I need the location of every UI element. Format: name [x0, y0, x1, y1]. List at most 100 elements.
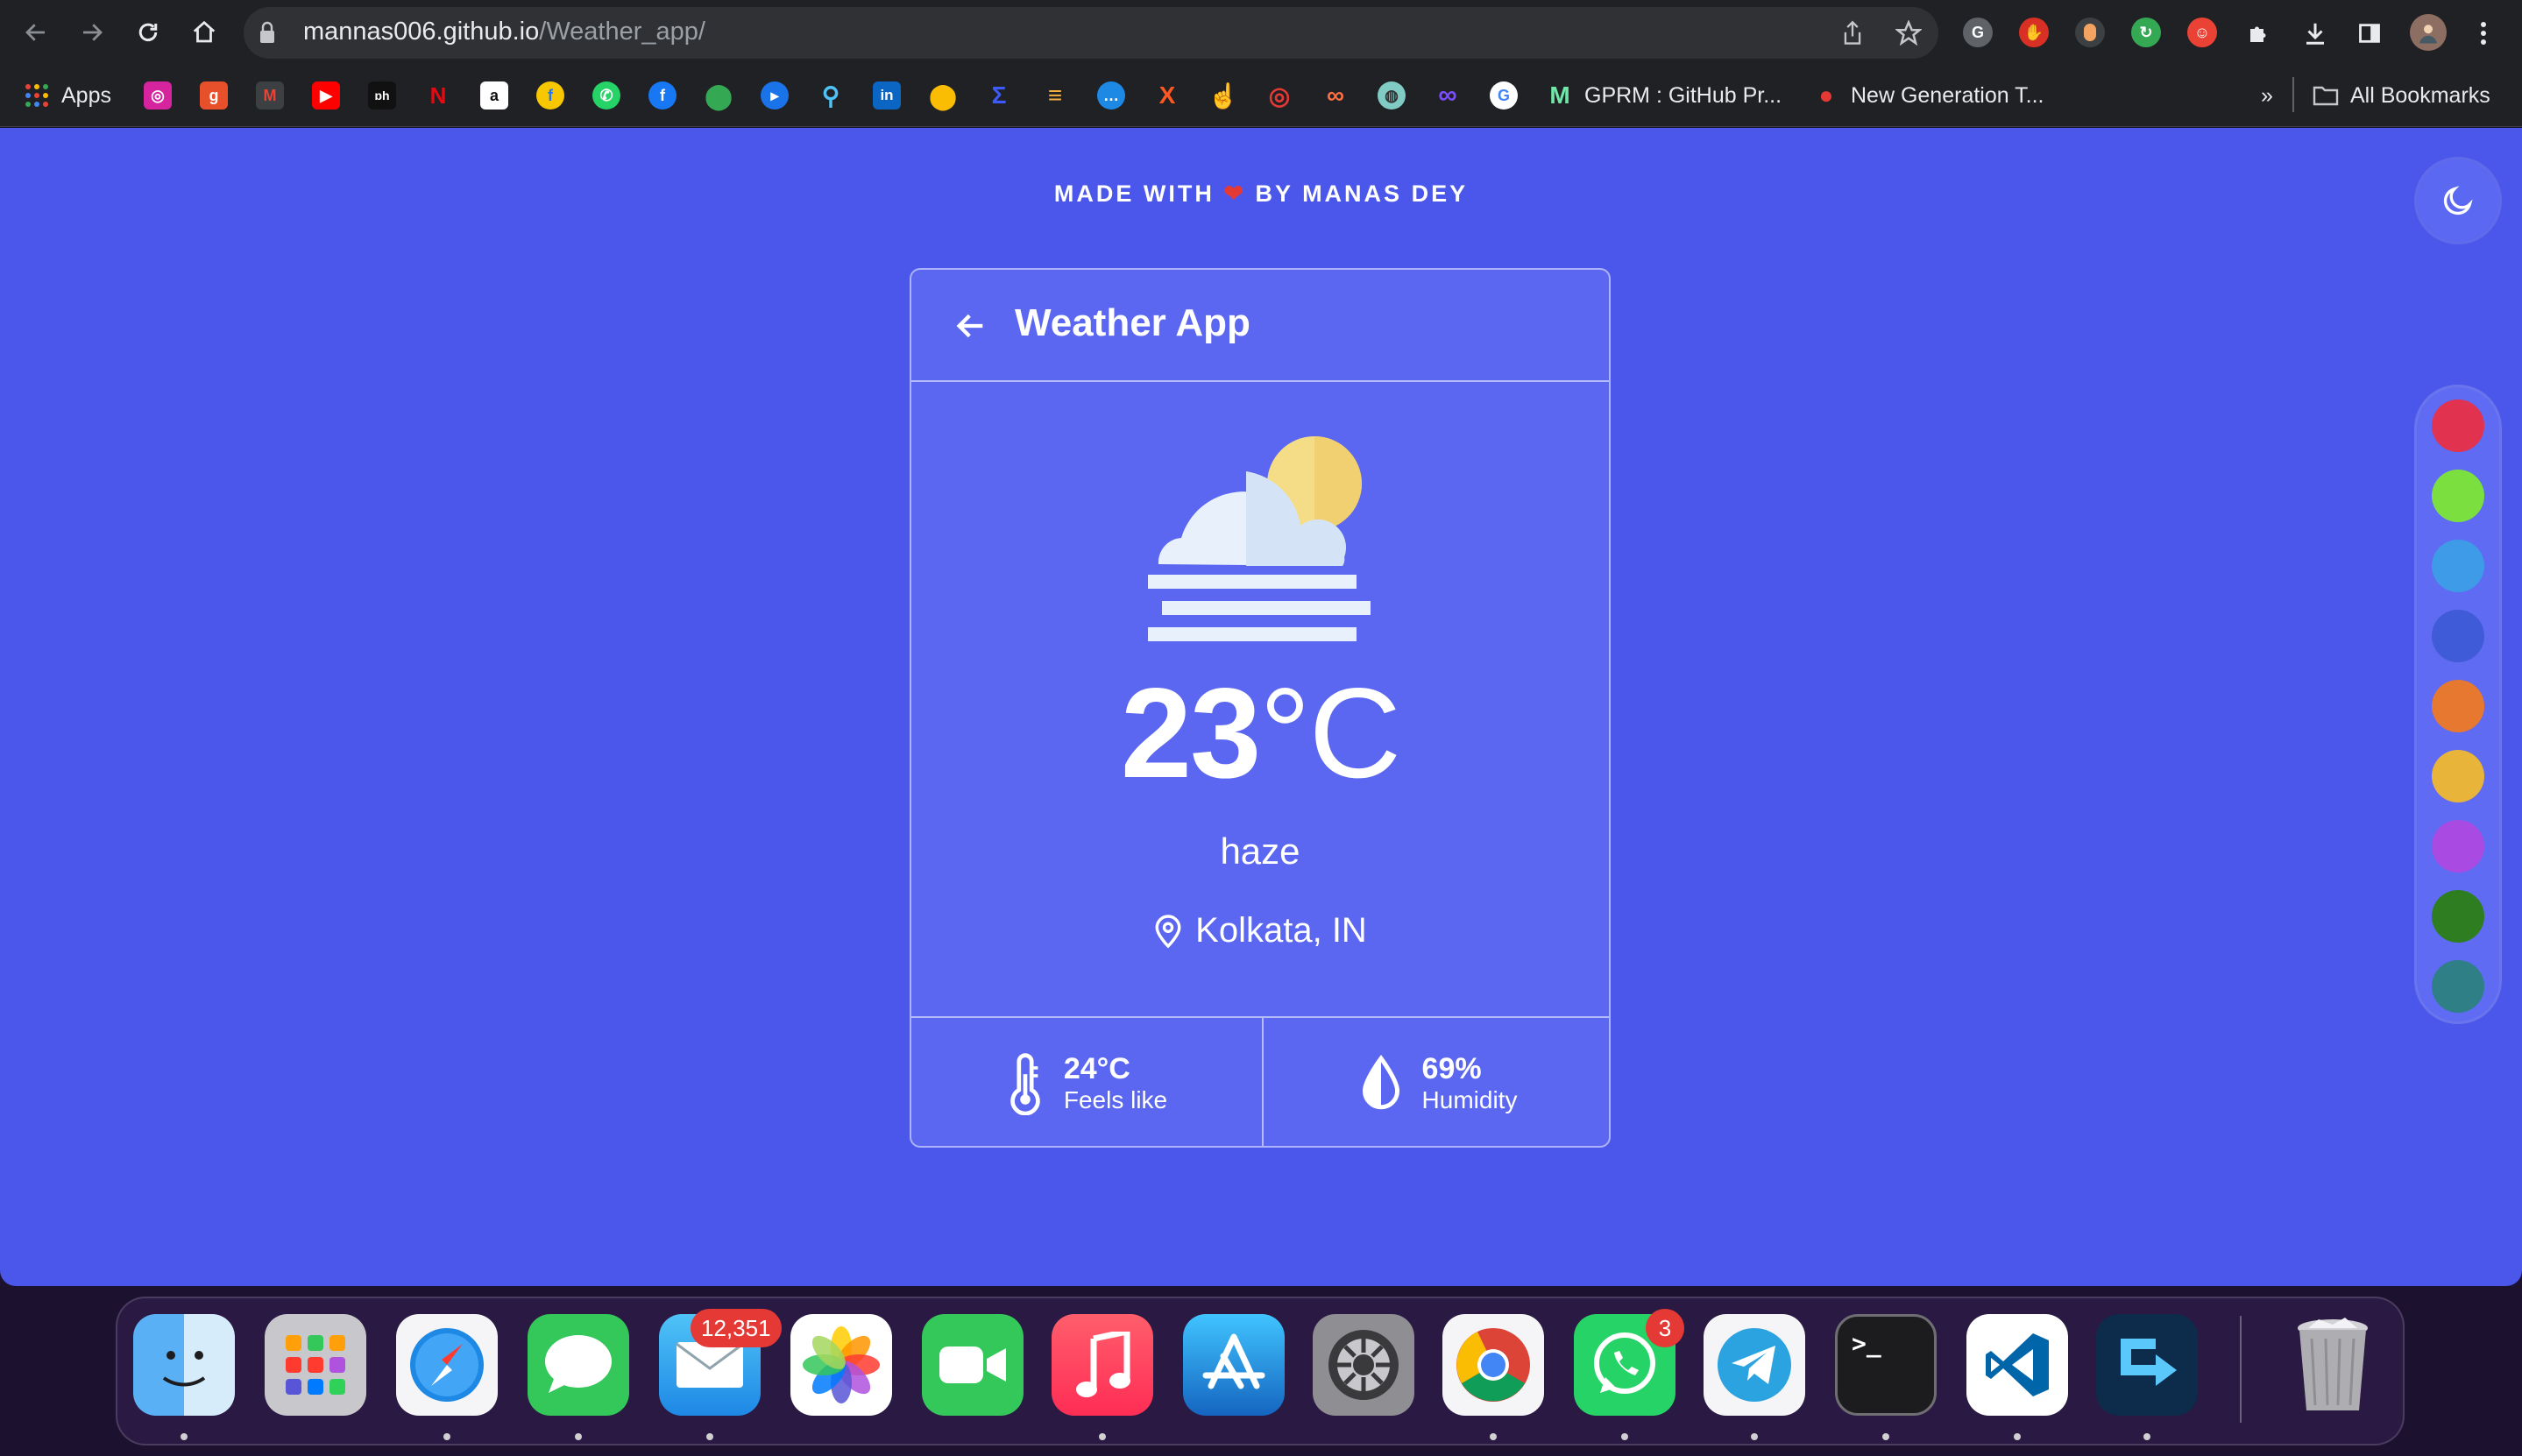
chrome-icon[interactable]: [1442, 1314, 1544, 1416]
dock-running-indicator: [181, 1433, 188, 1440]
bookmark-amazon[interactable]: a: [480, 80, 508, 111]
photos-icon[interactable]: [790, 1314, 892, 1416]
back-arrow-icon[interactable]: [953, 308, 988, 343]
weather-page: MADE WITH ❤ BY MANAS DEY Weather App 23°…: [0, 128, 2522, 1286]
extension-dot-icon[interactable]: [2075, 18, 2105, 47]
facetime-icon[interactable]: [922, 1314, 1024, 1416]
messages-icon[interactable]: [528, 1314, 629, 1416]
bookmark-chain[interactable]: ∞: [1321, 80, 1350, 111]
system-settings-icon[interactable]: [1313, 1314, 1414, 1416]
bookmark-gmail[interactable]: M: [256, 80, 284, 111]
bookmark-new-generation-label: New Generation T...: [1851, 82, 2044, 108]
extension-refresh-icon[interactable]: ↻: [2131, 18, 2161, 47]
dh-icon: ɒh: [368, 81, 396, 110]
terminal-icon[interactable]: >_: [1835, 1314, 1937, 1416]
migration-app-icon[interactable]: [2096, 1314, 2198, 1416]
side-panel-icon[interactable]: [2352, 16, 2387, 51]
extensions-puzzle-icon[interactable]: [2242, 16, 2277, 51]
extension-face-icon[interactable]: ☺: [2187, 18, 2217, 47]
location-pin-icon: [1155, 914, 1181, 948]
color-swatch-orange[interactable]: [2432, 680, 2484, 732]
bookmarks-overflow[interactable]: »: [2261, 80, 2273, 111]
menu-kebab-icon[interactable]: [2466, 16, 2501, 51]
dock-separator: [2240, 1316, 2242, 1423]
moon-icon: [2443, 186, 2473, 216]
bookmark-globe[interactable]: ◍: [1378, 80, 1406, 111]
share-icon[interactable]: [1835, 16, 1870, 51]
netflix-icon: N: [429, 81, 447, 109]
color-swatch-purple[interactable]: [2432, 820, 2484, 873]
lock-icon[interactable]: [259, 21, 275, 44]
safari-icon[interactable]: [396, 1314, 498, 1416]
bookmark-google[interactable]: G: [1490, 80, 1518, 111]
color-swatch-dark-green[interactable]: [2432, 890, 2484, 943]
bookmark-new-generation[interactable]: ● New Generation T...: [1812, 80, 2044, 111]
home-icon[interactable]: [184, 12, 224, 53]
launchpad-icon[interactable]: [265, 1314, 366, 1416]
humidity-label: Humidity: [1421, 1086, 1518, 1113]
bookmark-netflix[interactable]: N: [424, 80, 452, 111]
bookmark-g[interactable]: g: [200, 80, 228, 111]
bookmark-maps-2[interactable]: ⬤: [929, 80, 957, 111]
bookmark-linkedin[interactable]: in: [873, 80, 901, 111]
x-icon: X: [1158, 81, 1176, 109]
map-pin-icon: ⬤: [929, 81, 957, 110]
color-swatch-light-blue[interactable]: [2432, 540, 2484, 592]
link-icon: ⚲: [821, 81, 840, 110]
color-swatch-green[interactable]: [2432, 470, 2484, 522]
bookmark-chat[interactable]: …: [1097, 80, 1125, 111]
extension-hand-icon[interactable]: ✋: [2019, 18, 2049, 47]
bookmark-infinity[interactable]: ∞: [1434, 80, 1462, 111]
apps-grid-icon: [23, 81, 51, 110]
map-pin-icon: ⬤: [705, 81, 733, 110]
all-bookmarks[interactable]: All Bookmarks: [2312, 80, 2490, 111]
bookmark-star-icon[interactable]: [1891, 16, 1926, 51]
extension-g-icon[interactable]: G: [1963, 18, 1993, 47]
dock-running-indicator: [1490, 1433, 1497, 1440]
bookmark-hand[interactable]: ☝: [1208, 80, 1239, 111]
bookmark-maps[interactable]: ⬤: [705, 80, 733, 111]
bookmark-link[interactable]: ⚲: [817, 80, 845, 111]
bookmark-red[interactable]: ◎: [1265, 80, 1293, 111]
color-swatch-teal[interactable]: [2432, 960, 2484, 1013]
forward-icon[interactable]: [72, 12, 112, 53]
music-icon[interactable]: [1052, 1314, 1153, 1416]
color-swatch-red[interactable]: [2432, 399, 2484, 452]
card-title: Weather App: [1015, 301, 1250, 344]
bookmark-apps[interactable]: Apps: [23, 80, 111, 111]
credit-prefix: MADE WITH: [1053, 180, 1215, 207]
thermometer-icon: [1010, 1053, 1040, 1115]
reload-icon[interactable]: [128, 12, 168, 53]
vscode-icon[interactable]: [1966, 1314, 2068, 1416]
humidity-cell: 69% Humidity: [1262, 1018, 1609, 1146]
trash-icon[interactable]: [2282, 1314, 2384, 1416]
dock-running-indicator: [1882, 1433, 1889, 1440]
dark-mode-toggle[interactable]: [2417, 159, 2499, 242]
app-store-icon[interactable]: [1183, 1314, 1285, 1416]
temperature-unit: °C: [1259, 661, 1401, 804]
bookmark-apps-label: Apps: [61, 82, 111, 108]
whatsapp-icon: ✆: [592, 81, 620, 110]
color-swatch-yellow[interactable]: [2432, 750, 2484, 802]
bookmark-instagram[interactable]: ◎: [144, 80, 172, 111]
bookmark-youtube[interactable]: ▶: [312, 80, 340, 111]
download-icon[interactable]: [2298, 16, 2333, 51]
bookmark-whatsapp[interactable]: ✆: [592, 80, 620, 111]
hand-icon: ☝: [1208, 81, 1239, 110]
bookmark-flipkart[interactable]: f: [536, 80, 564, 111]
bookmark-sigma[interactable]: Σ: [985, 80, 1013, 111]
bookmark-x[interactable]: X: [1153, 80, 1181, 111]
color-swatch-blue[interactable]: [2432, 610, 2484, 662]
bookmark-gprm[interactable]: M GPRM : GitHub Pr...: [1546, 80, 1782, 111]
bookmark-facebook[interactable]: f: [648, 80, 677, 111]
back-icon[interactable]: [16, 12, 56, 53]
profile-avatar[interactable]: [2410, 14, 2447, 51]
bookmark-dh[interactable]: ɒh: [368, 80, 396, 111]
telegram-icon[interactable]: [1704, 1314, 1805, 1416]
url-text[interactable]: mannas006.github.io/Weather_app/: [303, 18, 705, 46]
bookmark-play[interactable]: ▸: [761, 80, 789, 111]
finder-icon[interactable]: [133, 1314, 235, 1416]
url-path: /Weather_app/: [539, 18, 705, 46]
bookmark-burger[interactable]: ≡: [1041, 80, 1069, 111]
all-bookmarks-label: All Bookmarks: [2350, 82, 2490, 108]
